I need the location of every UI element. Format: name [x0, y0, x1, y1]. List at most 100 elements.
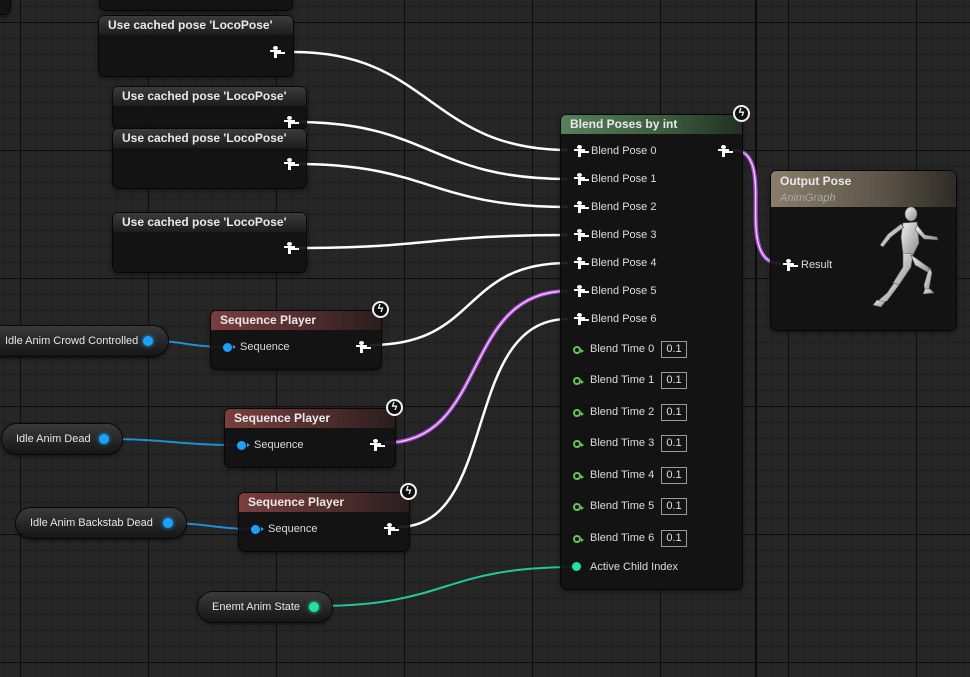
wire-cached-pose-2	[295, 162, 569, 209]
object-pin-icon[interactable]	[143, 336, 153, 346]
blend-time-label: Blend Time 0	[590, 343, 655, 355]
pose-person-icon[interactable]	[356, 341, 367, 353]
node-title: Use cached pose 'LocoPose'	[113, 87, 306, 106]
wire-cached-pose-3	[295, 233, 569, 250]
blend-time-input[interactable]: 0.1	[661, 530, 687, 547]
output-pose-node[interactable]: Output Pose AnimGraph Result	[771, 171, 956, 330]
float-pin-icon[interactable]	[573, 377, 584, 385]
blend-pose-pin-label: Blend Pose 5	[591, 285, 657, 297]
sequence-player-node[interactable]: Sequence Player Sequence	[239, 493, 409, 551]
variable-node[interactable]: Idle Anim Backstab Dead	[16, 508, 186, 538]
pose-person-icon[interactable]	[284, 158, 295, 170]
pose-person-icon[interactable]	[783, 259, 794, 271]
float-pin-icon[interactable]	[573, 472, 584, 480]
cached-pose-node[interactable]: Use cached pose 'LocoPose'	[113, 213, 306, 272]
blend-time-label: Blend Time 6	[590, 532, 655, 544]
pose-person-icon[interactable]	[384, 523, 395, 535]
lightning-bolt-icon: ϟ	[372, 301, 389, 318]
wire-var-dead	[103, 438, 241, 446]
blend-pose-pin-label: Blend Pose 0	[591, 145, 657, 157]
float-pin-icon[interactable]	[573, 440, 584, 448]
float-pin-icon[interactable]	[573, 503, 584, 511]
active-child-index-label: Active Child Index	[590, 561, 679, 573]
blend-time-label: Blend Time 2	[590, 406, 655, 418]
sequence-player-node[interactable]: Sequence Player Sequence	[225, 409, 395, 467]
float-pin-icon[interactable]	[573, 346, 584, 354]
sequence-pin-label: Sequence	[240, 341, 290, 353]
float-pin-icon[interactable]	[573, 409, 584, 417]
blend-time-label: Blend Time 4	[590, 469, 655, 481]
variable-label: Idle Anim Dead	[16, 433, 91, 445]
int-pin-icon[interactable]	[309, 602, 319, 612]
wire-sequence-player-0	[369, 261, 569, 347]
blend-time-input[interactable]: 0.1	[661, 467, 687, 484]
node-title: Sequence Player	[211, 311, 381, 330]
pose-person-icon[interactable]	[574, 229, 585, 241]
variable-label: Idle Anim Backstab Dead	[30, 517, 153, 529]
blend-pose-pin-label: Blend Pose 4	[591, 257, 657, 269]
blend-time-input[interactable]: 0.1	[661, 435, 687, 452]
blend-time-label: Blend Time 1	[590, 374, 655, 386]
blend-time-label: Blend Time 5	[590, 500, 655, 512]
mannequin-icon	[872, 206, 939, 308]
node-title: Output Pose	[780, 174, 852, 188]
blend-pose-pin-label: Blend Pose 6	[591, 313, 657, 325]
blend-time-input[interactable]: 0.1	[661, 498, 687, 515]
cached-pose-node[interactable]: Use cached pose 'LocoPose'	[99, 16, 293, 76]
lightning-bolt-icon: ϟ	[733, 105, 750, 122]
sequence-pin-label: Sequence	[254, 439, 304, 451]
node-title: Sequence Player	[225, 409, 395, 428]
offscreen-node[interactable]	[0, 0, 10, 14]
blend-time-input[interactable]: 0.1	[661, 404, 687, 421]
anim-graph-canvas[interactable]: Use cached pose 'LocoPose' Use cached po…	[0, 0, 970, 677]
pose-person-icon[interactable]	[270, 46, 281, 58]
blend-time-input[interactable]: 0.1	[661, 372, 687, 389]
cached-pose-node[interactable]: Use cached pose 'LocoPose'	[113, 87, 306, 129]
cached-pose-node[interactable]: Use cached pose 'LocoPose'	[113, 129, 306, 188]
variable-node[interactable]: Idle Anim Dead	[2, 424, 122, 454]
wire-sequence-player-1	[383, 289, 569, 445]
object-pin-icon[interactable]	[99, 434, 109, 444]
pose-person-icon[interactable]	[718, 145, 729, 157]
result-pin-label: Result	[801, 259, 833, 271]
lightning-bolt-icon: ϟ	[400, 483, 417, 500]
variable-node[interactable]: Enemt Anim State	[198, 592, 332, 622]
variable-label: Enemt Anim State	[212, 601, 301, 613]
float-pin-icon[interactable]	[573, 535, 584, 543]
blend-pose-pin-label: Blend Pose 3	[591, 229, 657, 241]
blend-time-input[interactable]: 0.1	[661, 341, 687, 358]
pose-person-icon[interactable]	[574, 285, 585, 297]
sequence-player-node[interactable]: Sequence Player Sequence	[211, 311, 381, 369]
node-title: Use cached pose 'LocoPose'	[99, 16, 293, 35]
variable-label: Idle Anim Crowd Controlled	[5, 335, 139, 347]
wire-active-child-index	[315, 566, 577, 607]
variable-node[interactable]: Idle Anim Crowd Controlled	[0, 326, 168, 356]
node-title: Use cached pose 'LocoPose'	[113, 213, 306, 232]
pose-person-icon[interactable]	[284, 242, 295, 254]
pose-person-icon[interactable]	[574, 173, 585, 185]
blend-time-label: Blend Time 3	[590, 437, 655, 449]
node-title: Blend Poses by int	[561, 115, 742, 134]
wire-cached-pose-1	[295, 120, 569, 181]
wire-cached-pose-0	[293, 50, 569, 152]
pose-person-icon[interactable]	[574, 145, 585, 157]
blend-pose-pin-label: Blend Pose 2	[591, 201, 657, 213]
node-title: Sequence Player	[239, 493, 409, 512]
pose-person-icon[interactable]	[574, 313, 585, 325]
offscreen-node-top[interactable]	[100, 0, 292, 10]
sequence-pin-icon[interactable]	[251, 525, 264, 534]
node-title: Use cached pose 'LocoPose'	[113, 129, 306, 148]
pose-person-icon[interactable]	[284, 116, 295, 128]
sequence-pin-label: Sequence	[268, 523, 318, 535]
lightning-bolt-icon: ϟ	[386, 399, 403, 416]
blend-pose-pin-label: Blend Pose 1	[591, 173, 657, 185]
pose-person-icon[interactable]	[574, 257, 585, 269]
blend-poses-by-int-node[interactable]: Blend Poses by int Blend Pose 0 Blend Po…	[561, 115, 742, 589]
object-pin-icon[interactable]	[163, 518, 173, 528]
pose-person-icon[interactable]	[370, 439, 381, 451]
pose-person-icon[interactable]	[574, 201, 585, 213]
sequence-pin-icon[interactable]	[223, 343, 236, 352]
sequence-pin-icon[interactable]	[237, 441, 250, 450]
int-pin-icon[interactable]	[572, 562, 581, 571]
node-header: Output Pose AnimGraph	[771, 171, 956, 207]
